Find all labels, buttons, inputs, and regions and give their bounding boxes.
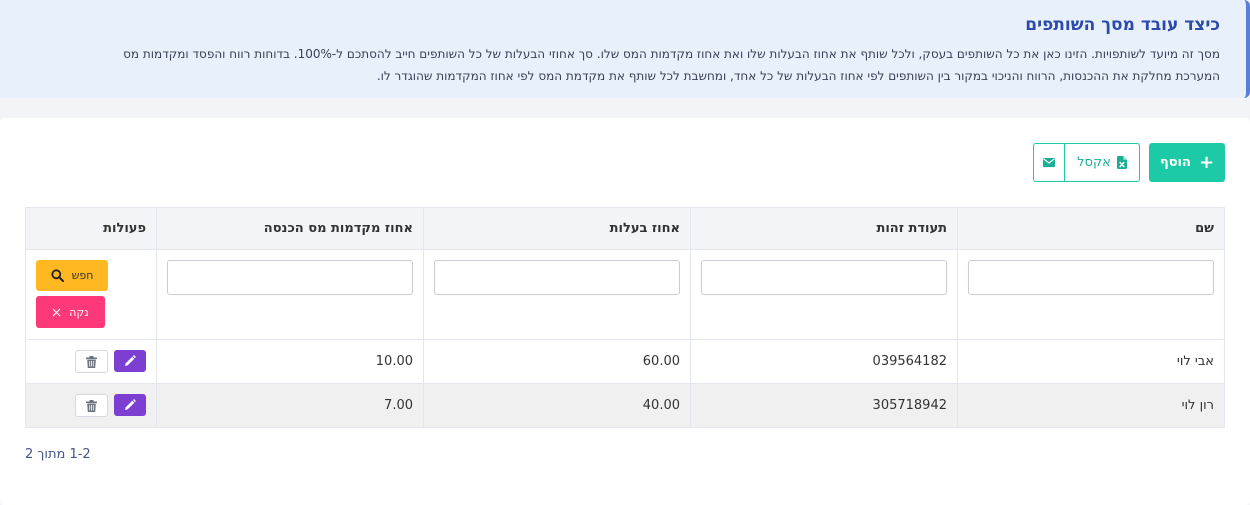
excel-button[interactable]: אקסל bbox=[1064, 144, 1139, 181]
row-name: רון לוי bbox=[957, 383, 1225, 428]
ownership-filter-input[interactable] bbox=[434, 260, 680, 295]
row-id: 039564182 bbox=[690, 339, 958, 384]
column-header-name[interactable]: שם bbox=[957, 207, 1225, 250]
excel-file-icon bbox=[1116, 156, 1127, 169]
clear-button-label: נקה bbox=[69, 305, 89, 319]
close-icon bbox=[52, 308, 61, 316]
export-button-group: אקסל bbox=[1033, 143, 1140, 182]
row-tax-advance: 7.00 bbox=[156, 383, 424, 428]
add-button-label: הוסף bbox=[1159, 155, 1191, 170]
add-button[interactable]: + הוסף bbox=[1149, 143, 1225, 182]
pencil-icon bbox=[125, 355, 136, 366]
envelope-icon bbox=[1043, 158, 1055, 167]
filter-cell-ownership bbox=[423, 249, 691, 340]
row-tax-advance: 10.00 bbox=[156, 339, 424, 384]
email-button[interactable] bbox=[1034, 144, 1064, 181]
filter-cell-name bbox=[957, 249, 1225, 340]
info-line-2: המערכת מחלקת את ההכנסות, הרווח והניכוי ב… bbox=[376, 69, 1220, 83]
search-button[interactable]: חפש bbox=[36, 260, 108, 291]
clear-button[interactable]: נקה bbox=[36, 296, 105, 328]
name-filter-input[interactable] bbox=[968, 260, 1214, 295]
plus-icon: + bbox=[1198, 151, 1215, 173]
filter-cell-id bbox=[690, 249, 958, 340]
search-button-label: חפש bbox=[71, 269, 94, 282]
info-text: מסך זה מיועד לשותפויות. הזינו כאן את כל … bbox=[24, 43, 1220, 87]
delete-button[interactable] bbox=[75, 350, 108, 373]
trash-icon bbox=[86, 399, 97, 412]
column-header-actions: פעולות bbox=[25, 207, 157, 250]
partners-card: + הוסף אקסל שם תעודת זהות אחוז בעלות אחו… bbox=[0, 118, 1250, 505]
edit-button[interactable] bbox=[114, 394, 146, 416]
trash-icon bbox=[86, 355, 97, 368]
row-ownership: 40.00 bbox=[423, 383, 691, 428]
partners-table: שם תעודת זהות אחוז בעלות אחוז מקדמות מס … bbox=[25, 207, 1225, 428]
tax-advance-filter-input[interactable] bbox=[167, 260, 413, 295]
filter-cell-tax-advance bbox=[156, 249, 424, 340]
search-icon bbox=[50, 269, 64, 282]
edit-button[interactable] bbox=[114, 350, 146, 372]
table-header-row: שם תעודת זהות אחוז בעלות אחוז מקדמות מס … bbox=[25, 207, 1225, 250]
row-actions bbox=[25, 383, 157, 428]
excel-button-label: אקסל bbox=[1077, 155, 1111, 170]
info-line-1: מסך זה מיועד לשותפויות. הזינו כאן את כל … bbox=[123, 47, 1220, 61]
pencil-icon bbox=[125, 399, 136, 410]
info-box: כיצד עובד מסך השותפים מסך זה מיועד לשותפ… bbox=[0, 0, 1250, 98]
row-name: אבי לוי bbox=[957, 339, 1225, 384]
info-title: כיצד עובד מסך השותפים bbox=[1025, 15, 1220, 35]
id-filter-input[interactable] bbox=[701, 260, 947, 295]
column-header-id[interactable]: תעודת זהות bbox=[690, 207, 958, 250]
row-actions bbox=[25, 339, 157, 384]
toolbar: + הוסף אקסל bbox=[1033, 143, 1225, 182]
table-row: רון לוי 305718942 40.00 7.00 bbox=[25, 383, 1225, 428]
table-row: אבי לוי 039564182 60.00 10.00 bbox=[25, 339, 1225, 384]
pagination-summary: 1-2 מתוך 2 bbox=[25, 447, 91, 462]
delete-button[interactable] bbox=[75, 394, 108, 417]
filter-cell-actions: חפש נקה bbox=[25, 249, 157, 340]
row-ownership: 60.00 bbox=[423, 339, 691, 384]
row-id: 305718942 bbox=[690, 383, 958, 428]
column-header-ownership[interactable]: אחוז בעלות bbox=[423, 207, 691, 250]
column-header-tax-advance[interactable]: אחוז מקדמות מס הכנסה bbox=[156, 207, 424, 250]
filter-row: חפש נקה bbox=[25, 249, 1225, 340]
